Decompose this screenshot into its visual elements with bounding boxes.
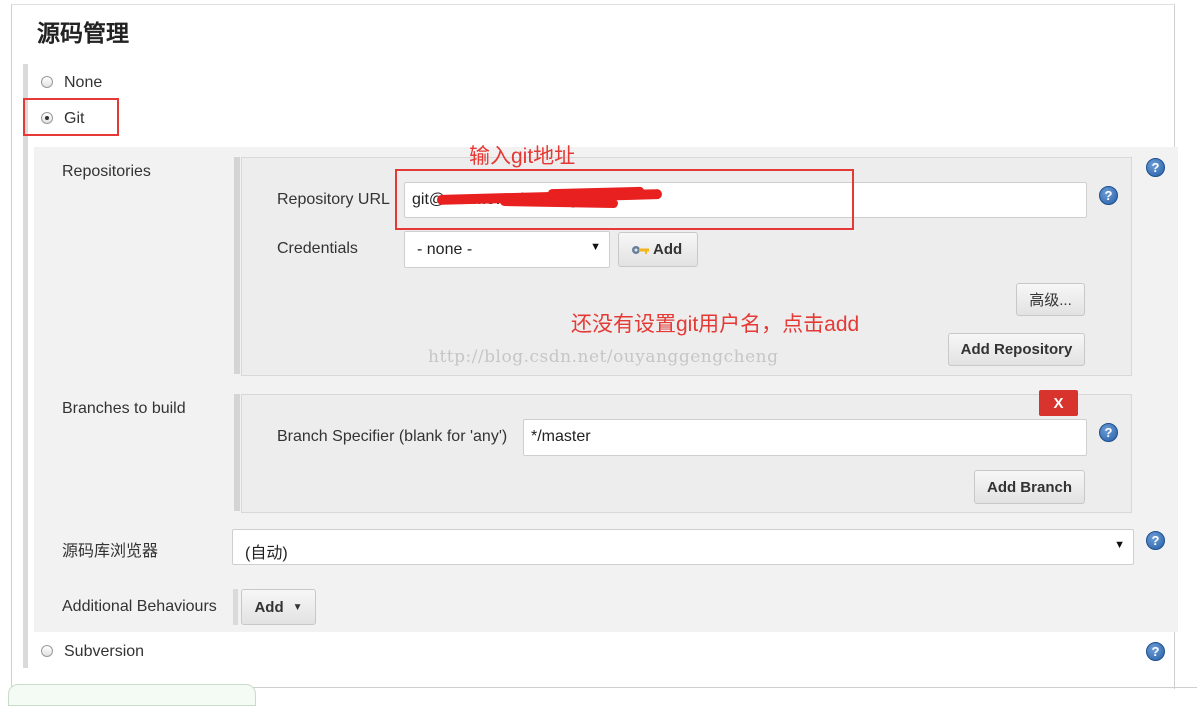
credentials-annotation: 还没有设置git用户名，点击add — [571, 313, 860, 336]
additional-behaviours-bar — [233, 589, 238, 625]
radio-group-bar — [23, 64, 28, 668]
add-repository-button[interactable]: Add Repository — [948, 333, 1085, 366]
credentials-add-label: Add — [653, 241, 683, 258]
caret-down-icon: ▼ — [292, 601, 303, 613]
repository-browser-select[interactable]: (自动) ▼ — [232, 529, 1134, 565]
add-branch-button[interactable]: Add Branch — [974, 470, 1085, 504]
credentials-value: - none - — [417, 241, 473, 258]
next-section-tab[interactable] — [8, 684, 256, 706]
additional-behaviours-add-label: Add — [254, 598, 284, 616]
git-highlight-box — [23, 98, 119, 136]
branch-specifier-help-icon[interactable]: ? — [1099, 423, 1118, 442]
branch-specifier-label: Branch Specifier (blank for 'any') — [277, 428, 508, 445]
advanced-button[interactable]: 高级... — [1016, 283, 1085, 316]
subversion-help-icon[interactable]: ? — [1146, 642, 1165, 661]
key-icon — [632, 245, 649, 254]
branches-label: Branches to build — [62, 400, 186, 417]
url-annotation: 输入git地址 — [469, 145, 576, 168]
repository-url-help-icon[interactable]: ? — [1099, 186, 1118, 205]
repository-browser-value: (自动) — [245, 545, 288, 562]
repository-browser-help-icon[interactable]: ? — [1146, 531, 1165, 550]
section-title: 源码管理 — [37, 20, 129, 46]
branch-panel-bar — [234, 394, 240, 511]
additional-behaviours-label: Additional Behaviours — [62, 598, 217, 615]
repositories-help-icon[interactable]: ? — [1146, 158, 1165, 177]
repository-url-label: Repository URL — [277, 191, 390, 208]
caret-down-icon: ▼ — [1114, 539, 1125, 551]
branch-specifier-input[interactable]: */master — [523, 419, 1087, 456]
credentials-add-button[interactable]: Add — [618, 232, 698, 267]
repositories-label: Repositories — [62, 163, 151, 180]
credentials-select[interactable]: - none - ▼ — [404, 231, 610, 268]
subversion-radio[interactable] — [41, 645, 53, 657]
credentials-label: Credentials — [277, 240, 358, 257]
url-highlight-box — [395, 169, 854, 230]
delete-branch-label: X — [1053, 394, 1064, 412]
add-branch-label: Add Branch — [986, 478, 1072, 496]
watermark-text: http://blog.csdn.net/ouyanggengcheng — [428, 347, 779, 367]
additional-behaviours-add-button[interactable]: Add ▼ — [241, 589, 316, 625]
repository-panel-bar — [234, 157, 240, 374]
none-radio[interactable] — [41, 76, 53, 88]
delete-branch-button[interactable]: X — [1039, 390, 1078, 416]
add-repository-label: Add Repository — [960, 341, 1073, 358]
subversion-radio-label[interactable]: Subversion — [64, 643, 144, 661]
repository-browser-label: 源码库浏览器 — [62, 543, 159, 560]
none-radio-label[interactable]: None — [64, 74, 102, 92]
branch-specifier-value: */master — [531, 428, 591, 445]
caret-down-icon: ▼ — [590, 241, 601, 253]
advanced-button-label: 高级... — [1029, 292, 1072, 309]
